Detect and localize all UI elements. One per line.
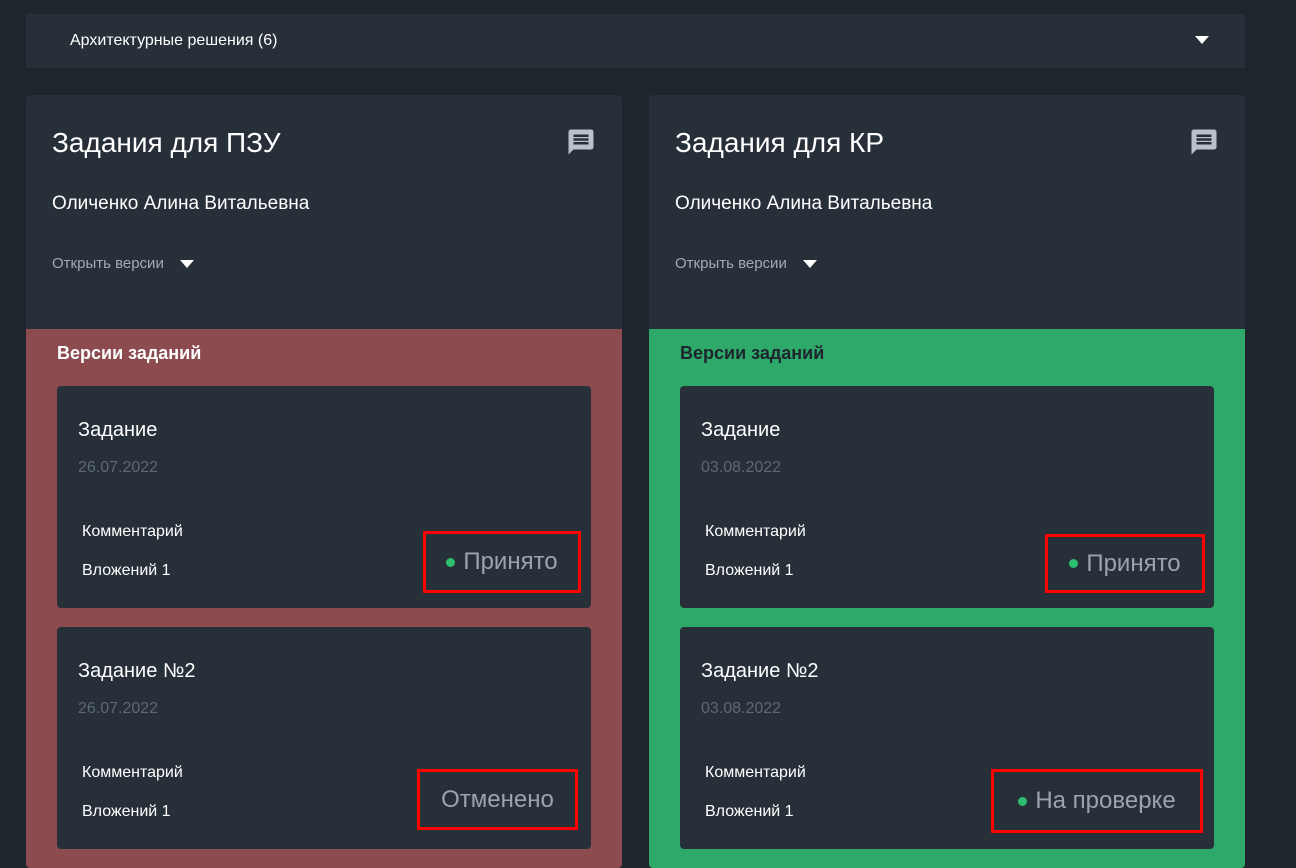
task-comment-link[interactable]: Комментарий: [705, 523, 806, 541]
status-badge: На проверке: [991, 769, 1203, 833]
versions-section: Версии заданий Задание 26.07.2022 Коммен…: [26, 329, 622, 868]
task-card[interactable]: Задание №2 26.07.2022 Комментарий Вложен…: [57, 627, 591, 849]
status-text: На проверке: [1035, 787, 1176, 814]
panel-title: Задания для ПЗУ: [52, 127, 281, 158]
architecture-accordion[interactable]: Архитектурные решения (6): [26, 14, 1245, 68]
versions-section: Версии заданий Задание 03.08.2022 Коммен…: [649, 329, 1245, 868]
task-attachments-link[interactable]: Вложений 1: [82, 803, 171, 821]
panel-pzu: Задания для ПЗУ Оличенко Алина Витальевн…: [26, 95, 622, 868]
task-title: Задание №2: [78, 660, 196, 682]
task-comment-link[interactable]: Комментарий: [82, 764, 183, 782]
panel-header: Задания для ПЗУ Оличенко Алина Витальевн…: [26, 95, 622, 329]
task-title: Задание №2: [701, 660, 819, 682]
chevron-down-icon[interactable]: [1195, 36, 1209, 44]
task-card[interactable]: Задание №2 03.08.2022 Комментарий Вложен…: [680, 627, 1214, 849]
chevron-down-icon[interactable]: [179, 259, 194, 268]
panel-kr: Задания для КР Оличенко Алина Витальевна…: [649, 95, 1245, 868]
task-comment-link[interactable]: Комментарий: [705, 764, 806, 782]
panel-author: Оличенко Алина Витальевна: [675, 193, 933, 214]
panel-header: Задания для КР Оличенко Алина Витальевна…: [649, 95, 1245, 329]
panel-title: Задания для КР: [675, 127, 885, 158]
status-dot: [1069, 559, 1079, 568]
versions-title: Версии заданий: [680, 343, 825, 363]
task-card[interactable]: Задание 03.08.2022 Комментарий Вложений …: [680, 386, 1214, 608]
task-title: Задание: [78, 419, 158, 441]
status-dot: [1018, 796, 1028, 806]
task-attachments-link[interactable]: Вложений 1: [705, 803, 794, 821]
task-comment-link[interactable]: Комментарий: [82, 523, 183, 541]
status-text: Принято: [463, 548, 558, 575]
versions-title: Версии заданий: [57, 343, 202, 363]
open-versions-label: Открыть версии: [52, 255, 164, 272]
open-versions-toggle[interactable]: Открыть версии: [52, 255, 194, 272]
task-title: Задание: [701, 419, 781, 441]
comment-icon[interactable]: [566, 127, 596, 157]
task-card[interactable]: Задание 26.07.2022 Комментарий Вложений …: [57, 386, 591, 608]
status-text: Отменено: [441, 785, 554, 813]
task-attachments-link[interactable]: Вложений 1: [705, 562, 794, 580]
status-text: Принято: [1086, 549, 1181, 577]
status-dot: [446, 557, 456, 567]
accordion-title: Архитектурные решения (6): [70, 32, 278, 49]
status-badge: Отменено: [417, 769, 578, 830]
comment-icon[interactable]: [1189, 127, 1219, 157]
open-versions-label: Открыть версии: [675, 255, 787, 272]
status-badge: Принято: [423, 531, 581, 593]
task-date: 26.07.2022: [78, 700, 159, 717]
panel-author: Оличенко Алина Витальевна: [52, 193, 310, 214]
task-date: 26.07.2022: [78, 459, 159, 476]
status-badge: Принято: [1045, 534, 1205, 593]
task-attachments-link[interactable]: Вложений 1: [82, 562, 171, 580]
chevron-down-icon[interactable]: [802, 259, 817, 268]
task-date: 03.08.2022: [701, 700, 782, 717]
open-versions-toggle[interactable]: Открыть версии: [675, 255, 817, 272]
task-date: 03.08.2022: [701, 459, 782, 476]
